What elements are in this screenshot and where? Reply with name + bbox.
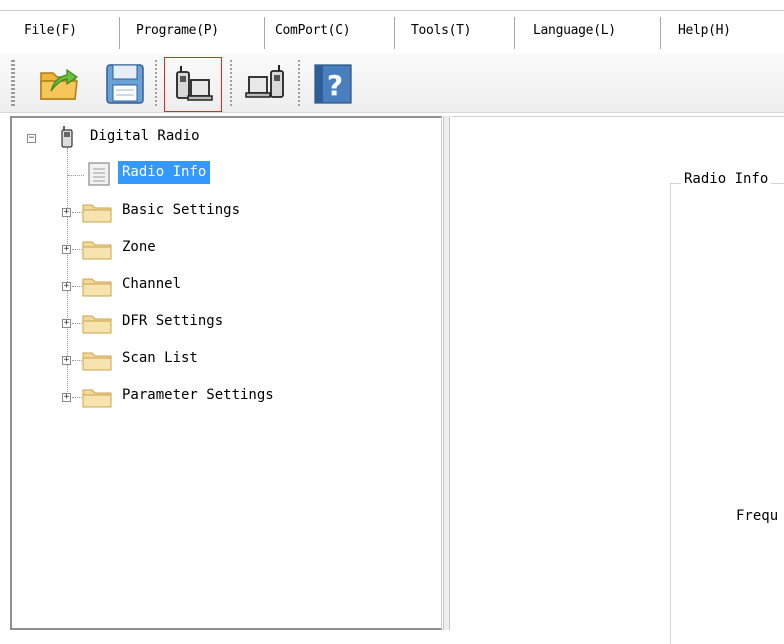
groupbox-title: Radio Info — [681, 171, 772, 187]
menu-language[interactable]: Language(L) — [533, 23, 616, 38]
menu-separator — [394, 17, 395, 49]
tree-root-label: Digital Radio — [90, 128, 200, 144]
tree-expand-toggle[interactable]: + — [62, 208, 71, 217]
tree-expand-toggle[interactable]: + — [62, 393, 71, 402]
toolbar-separator — [298, 60, 300, 106]
folder-icon — [82, 352, 112, 371]
tree-item-label: Zone — [122, 239, 156, 255]
frequency-label: Frequ — [736, 508, 779, 524]
tree-item-scan-list[interactable]: + Scan List — [12, 344, 432, 374]
folder-icon — [82, 389, 112, 408]
menu-comport[interactable]: ComPort(C) — [275, 23, 351, 38]
tree-item-channel[interactable]: + Channel — [12, 270, 432, 300]
folder-icon — [82, 278, 112, 297]
tree-item-label: Basic Settings — [122, 202, 241, 218]
radio-device-icon — [61, 126, 73, 148]
radio-info-groupbox — [670, 183, 784, 644]
panel-splitter[interactable] — [443, 116, 450, 630]
tree-item-zone[interactable]: + Zone — [12, 233, 432, 263]
menu-separator — [264, 17, 265, 49]
tree-item-label: Radio Info — [118, 161, 211, 184]
write-to-radio-icon — [245, 65, 284, 98]
tree-connector — [72, 360, 82, 361]
open-button[interactable] — [34, 58, 84, 110]
menu-help[interactable]: Help(H) — [678, 23, 731, 38]
tree-connector — [72, 249, 82, 250]
menu-bar: File(F) Programe(P) ComPort(C) Tools(T) … — [0, 10, 784, 55]
help-icon: ? — [314, 64, 352, 104]
tree-connector — [72, 212, 82, 213]
menu-separator — [119, 17, 120, 49]
document-icon — [88, 162, 110, 186]
open-folder-icon — [40, 68, 79, 100]
folder-icon — [82, 204, 112, 223]
folder-icon — [82, 241, 112, 260]
tree-item-label: DFR Settings — [122, 313, 224, 329]
tree-connector — [72, 397, 82, 398]
menu-programe[interactable]: Programe(P) — [136, 23, 219, 38]
tree-root-digital-radio[interactable]: − Digital Radio — [12, 122, 432, 152]
write-to-radio-button[interactable] — [242, 58, 292, 110]
save-button[interactable] — [100, 58, 150, 110]
tree-connector — [72, 323, 82, 324]
menu-separator — [660, 17, 661, 49]
tree-connector — [72, 286, 82, 287]
tree-expand-toggle[interactable]: + — [62, 319, 71, 328]
detail-panel: Radio Info Frequ — [452, 116, 784, 644]
toolbar-separator — [155, 60, 157, 106]
svg-text:?: ? — [327, 69, 343, 102]
tree-expand-toggle[interactable]: + — [62, 245, 71, 254]
tree-item-basic-settings[interactable]: + Basic Settings — [12, 196, 432, 226]
tree-item-label: Parameter Settings — [122, 387, 274, 403]
menu-tools[interactable]: Tools(T) — [411, 23, 472, 38]
tree-item-label: Scan List — [122, 350, 198, 366]
read-from-radio-icon — [176, 66, 213, 101]
tree-panel: − Digital Radio Radio Info + Basic Setti… — [10, 116, 442, 630]
read-from-radio-button[interactable] — [164, 57, 222, 112]
tree-expand-toggle[interactable]: + — [62, 356, 71, 365]
menu-separator — [514, 17, 515, 49]
menu-file[interactable]: File(F) — [24, 23, 77, 38]
help-button[interactable]: ? — [308, 58, 358, 110]
toolbar-grip[interactable] — [11, 60, 15, 106]
tree-item-parameter-settings[interactable]: + Parameter Settings — [12, 381, 432, 411]
tree-item-radio-info[interactable]: Radio Info — [12, 159, 432, 189]
folder-icon — [82, 315, 112, 334]
toolbar-separator — [230, 60, 232, 106]
tree-connector — [68, 175, 84, 176]
toolbar: ? — [0, 54, 784, 113]
tree-collapse-toggle[interactable]: − — [27, 134, 36, 143]
tree-item-dfr-settings[interactable]: + DFR Settings — [12, 307, 432, 337]
save-disk-icon — [106, 64, 144, 104]
tree-expand-toggle[interactable]: + — [62, 282, 71, 291]
tree-item-label: Channel — [122, 276, 182, 292]
